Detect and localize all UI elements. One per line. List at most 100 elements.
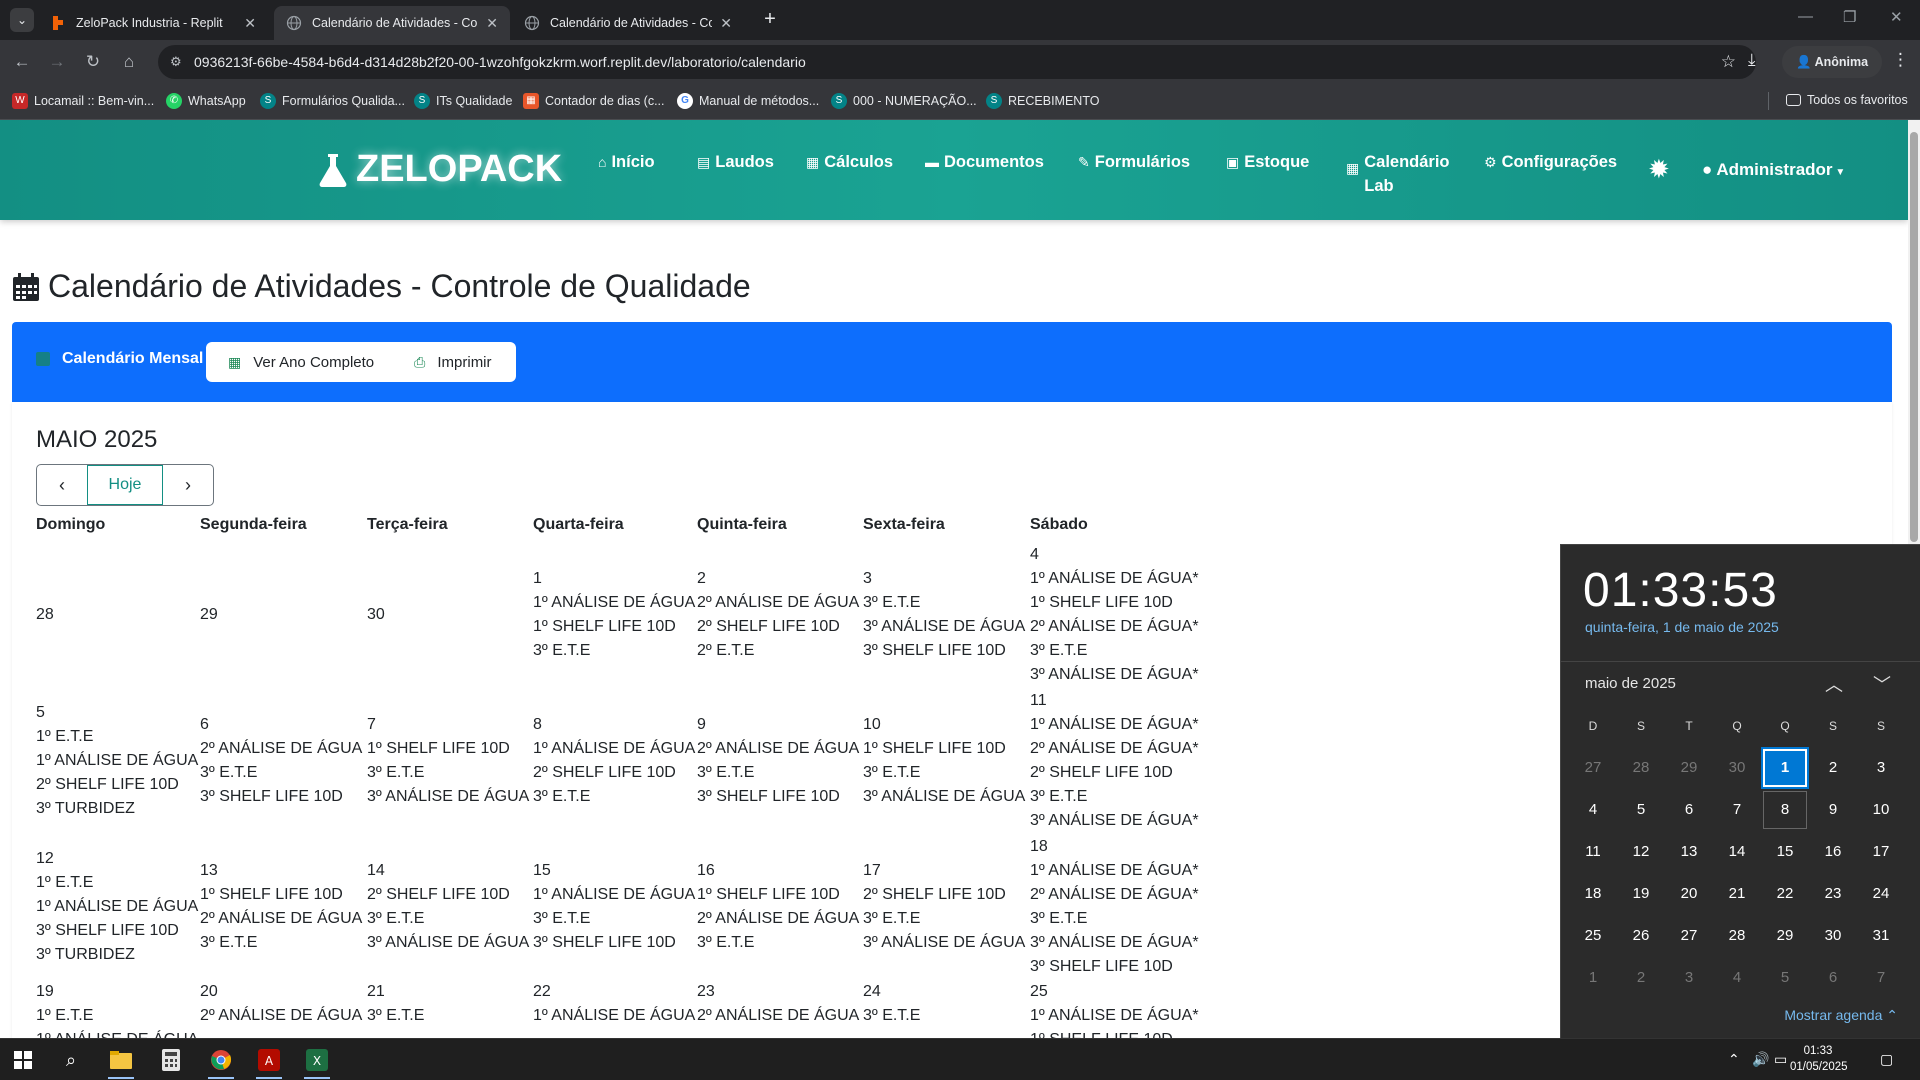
bookmark-item[interactable]: ✆ WhatsApp <box>166 93 246 109</box>
flyout-month[interactable]: maio de 2025 <box>1585 675 1676 692</box>
calendar-day[interactable]: 7 <box>1857 957 1905 999</box>
excel-icon[interactable]: X <box>302 1045 332 1079</box>
bookmark-item[interactable]: S ITs Qualidade <box>414 93 512 109</box>
bookmark-item[interactable]: S Formulários Qualida... <box>260 93 405 109</box>
notification-icon[interactable]: ▢ <box>1880 1051 1893 1068</box>
site-info-icon[interactable]: ⚙ <box>170 45 182 79</box>
file-explorer-icon[interactable] <box>106 1045 136 1079</box>
calendar-day[interactable]: 5 <box>1617 789 1665 831</box>
calendar-day[interactable]: 10 <box>1857 789 1905 831</box>
calendar-day[interactable]: 3 <box>1857 747 1905 789</box>
next-month-chevron-icon[interactable]: › <box>163 465 213 505</box>
calendar-day[interactable]: 18 <box>1569 873 1617 915</box>
calendar-day[interactable]: 27 <box>1665 915 1713 957</box>
search-icon[interactable]: ⌕ <box>56 1045 86 1075</box>
minimize-icon[interactable]: — <box>1798 8 1813 25</box>
nav-configuracoes[interactable]: ⚙ Configurações <box>1484 150 1617 174</box>
windows-start-icon[interactable] <box>8 1045 38 1075</box>
calendar-day[interactable]: 2 <box>1617 957 1665 999</box>
back-arrow-icon[interactable]: ← <box>10 50 34 74</box>
bookmark-item[interactable]: G Manual de métodos... <box>677 93 819 109</box>
tab-close-icon[interactable]: ✕ <box>486 15 498 32</box>
day-cell[interactable]: 4 1º ANÁLISE DE ÁGUA* 1º SHELF LIFE 10D 2º … <box>1030 542 1220 688</box>
day-cell[interactable]: 13 1º SHELF LIFE 10D 2º ANÁLISE DE ÁGUA 3º … <box>200 834 367 980</box>
forward-arrow-icon[interactable]: → <box>45 50 69 74</box>
day-cell[interactable]: 25 1º ANÁLISE DE ÁGUA* 1º SHELF LIFE 10D <box>1030 980 1220 1038</box>
browser-tab[interactable]: ZeloPack Industria - Replit ✕ <box>38 6 268 40</box>
nav-laudos[interactable]: ▤ Laudos <box>697 150 774 174</box>
calendar-day[interactable]: 22 <box>1761 873 1809 915</box>
day-cell[interactable]: 16 1º SHELF LIFE 10D 2º ANÁLISE DE ÁGUA 3º … <box>697 834 863 980</box>
day-cell[interactable]: 1 1º ANÁLISE DE ÁGUA 1º SHELF LIFE 10D 3º E… <box>533 542 697 688</box>
tab-close-icon[interactable]: ✕ <box>244 15 256 32</box>
calendar-day[interactable]: 20 <box>1665 873 1713 915</box>
calendar-day[interactable]: 29 <box>1761 915 1809 957</box>
day-cell[interactable]: 10 1º SHELF LIFE 10D 3º E.T.E 3º ANÁLISE DE… <box>863 688 1030 834</box>
nav-calculos[interactable]: ▦ Cálculos <box>806 150 893 174</box>
day-cell[interactable]: 19 1º E.T.E 1º ANÁLISE DE ÁGUA <box>36 980 200 1038</box>
theme-sun-icon[interactable]: ✹ <box>1648 154 1670 185</box>
menu-kebab-icon[interactable]: ⋮ <box>1892 50 1909 70</box>
address-bar[interactable]: ⚙ 0936213f-66be-4584-b6d4-d314d28b2f20-0… <box>158 45 1756 79</box>
calendar-day[interactable]: 4 <box>1713 957 1761 999</box>
day-cell[interactable]: 22 1º ANÁLISE DE ÁGUA <box>533 980 697 1038</box>
view-year-button[interactable]: ▦ Ver Ano Completo <box>206 354 396 371</box>
speaker-icon[interactable]: 🔊 <box>1752 1051 1769 1068</box>
battery-icon[interactable]: ▭ <box>1774 1051 1787 1068</box>
calendar-day[interactable]: 24 <box>1857 873 1905 915</box>
home-icon[interactable]: ⌂ <box>117 50 141 74</box>
chevron-up-icon[interactable]: ︿ <box>1825 671 1843 697</box>
calendar-day[interactable]: 23 <box>1809 873 1857 915</box>
nav-estoque[interactable]: ▣ Estoque <box>1226 150 1309 174</box>
calendar-day[interactable]: 27 <box>1569 747 1617 789</box>
calendar-day-selected[interactable]: 1 <box>1761 747 1809 789</box>
calendar-day[interactable]: 3 <box>1665 957 1713 999</box>
today-button[interactable]: Hoje <box>87 465 163 505</box>
day-cell[interactable]: 14 2º SHELF LIFE 10D 3º E.T.E 3º ANÁLISE DE… <box>367 834 533 980</box>
close-window-icon[interactable]: ✕ <box>1890 8 1903 26</box>
nav-formularios[interactable]: ✎ Formulários <box>1078 150 1190 174</box>
flyout-date[interactable]: quinta-feira, 1 de maio de 2025 <box>1585 619 1779 635</box>
calendar-day[interactable]: 31 <box>1857 915 1905 957</box>
scrollbar-thumb[interactable] <box>1910 132 1918 542</box>
calendar-day[interactable]: 2 <box>1809 747 1857 789</box>
calendar-day[interactable]: 21 <box>1713 873 1761 915</box>
day-cell[interactable]: 24 3º E.T.E <box>863 980 1030 1038</box>
calendar-day[interactable]: 11 <box>1569 831 1617 873</box>
calendar-day[interactable]: 12 <box>1617 831 1665 873</box>
day-cell[interactable]: 3 3º E.T.E 3º ANÁLISE DE ÁGUA 3º SHELF LIFE… <box>863 542 1030 688</box>
print-button[interactable]: ⎙ Imprimir <box>396 354 513 371</box>
chevron-down-icon[interactable]: ﹀ <box>1873 671 1891 697</box>
calendar-day[interactable]: 19 <box>1617 873 1665 915</box>
download-icon[interactable]: ⤓ <box>1748 50 1756 70</box>
calendar-day[interactable]: 28 <box>1713 915 1761 957</box>
day-cell[interactable]: 20 2º ANÁLISE DE ÁGUA <box>200 980 367 1038</box>
day-cell[interactable]: 8 1º ANÁLISE DE ÁGUA 2º SHELF LIFE 10D 3º E… <box>533 688 697 834</box>
day-cell[interactable]: 17 2º SHELF LIFE 10D 3º E.T.E 3º ANÁLISE DE… <box>863 834 1030 980</box>
nav-calendario-lab[interactable]: ▦ Calendário Lab <box>1346 150 1450 198</box>
browser-tab-active[interactable]: Calendário de Atividades - Con ✕ <box>274 6 510 40</box>
incognito-profile-button[interactable]: 👤 Anônima <box>1782 46 1883 78</box>
tab-close-icon[interactable]: ✕ <box>720 15 732 32</box>
prev-month-chevron-icon[interactable]: ‹ <box>37 465 87 505</box>
day-cell[interactable]: 6 2º ANÁLISE DE ÁGUA 3º E.T.E 3º SHELF LIFE… <box>200 688 367 834</box>
day-cell[interactable]: 12 1º E.T.E 1º ANÁLISE DE ÁGUA 3º SHELF LIF… <box>36 834 200 980</box>
calculator-app-icon[interactable] <box>156 1045 186 1075</box>
bookmark-item[interactable]: S 000 - NUMERAÇÃO... <box>831 93 977 109</box>
nav-documentos[interactable]: ▬ Documentos <box>925 150 1044 174</box>
calendar-day[interactable]: 25 <box>1569 915 1617 957</box>
calendar-day[interactable]: 9 <box>1809 789 1857 831</box>
calendar-day[interactable]: 4 <box>1569 789 1617 831</box>
day-cell[interactable]: 11 1º ANÁLISE DE ÁGUA* 2º ANÁLISE DE ÁGUA*… <box>1030 688 1220 834</box>
day-cell[interactable]: 21 3º E.T.E <box>367 980 533 1038</box>
calendar-day[interactable]: 5 <box>1761 957 1809 999</box>
nav-inicio[interactable]: ⌂ Início <box>598 150 655 174</box>
chevron-up-icon[interactable]: ⌃ <box>1728 1051 1740 1068</box>
tab-search-chevron-icon[interactable]: ⌄ <box>10 8 34 32</box>
day-cell[interactable]: 30 <box>367 542 533 688</box>
day-cell[interactable]: 23 2º ANÁLISE DE ÁGUA <box>697 980 863 1038</box>
calendar-day[interactable]: 30 <box>1713 747 1761 789</box>
calendar-day[interactable]: 6 <box>1665 789 1713 831</box>
calendar-day[interactable]: 26 <box>1617 915 1665 957</box>
calendar-day[interactable]: 16 <box>1809 831 1857 873</box>
